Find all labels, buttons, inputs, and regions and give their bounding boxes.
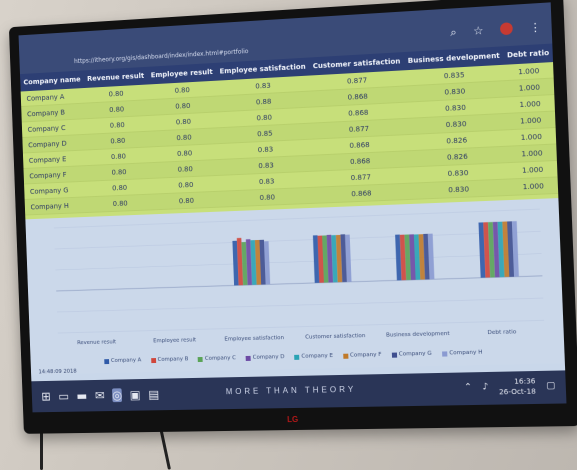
legend-swatch: [391, 352, 397, 358]
grid-line: [57, 298, 543, 312]
cell: 0.80: [88, 194, 153, 213]
legend-label: Company A: [110, 357, 142, 364]
windows-taskbar: 14:48:09 2018 ⊞ ▭ ▬ ✉ ◎ ▣ ▤ MORE THAN TH…: [31, 368, 567, 413]
star-icon[interactable]: ☆: [473, 24, 484, 39]
legend-label: Company F: [349, 351, 382, 359]
legend-item[interactable]: Company D: [245, 352, 285, 363]
clock-time: 16:36: [514, 377, 536, 386]
legend-swatch: [197, 356, 204, 362]
kpi-table: Company name Revenue result Employee res…: [19, 43, 559, 220]
network-icon[interactable]: ⌃: [464, 383, 472, 393]
chat-icon[interactable]: ▤: [148, 388, 159, 402]
clock-date: 26-Oct-18: [498, 387, 537, 397]
legend-item[interactable]: Company H: [441, 348, 483, 359]
menu-icon[interactable]: ⋮: [529, 20, 541, 35]
legend-item[interactable]: Company B: [150, 354, 189, 365]
legend-swatch: [294, 354, 300, 360]
status-text: 14:48:09 2018: [38, 368, 77, 376]
browser-icons: ⌕ ☆ ⋮: [450, 20, 541, 40]
browser-icon[interactable]: ◎: [111, 388, 123, 403]
cell: 0.868: [313, 183, 410, 204]
mail-icon[interactable]: ✉: [95, 389, 105, 403]
legend-label: Company D: [252, 354, 285, 361]
x-tick-label: Customer satisfaction: [305, 333, 365, 341]
legend-item[interactable]: Company G: [391, 349, 432, 360]
legend-label: Company G: [398, 350, 432, 358]
legend-swatch: [441, 350, 448, 357]
system-tray: ⌃ ♪ 16:36 26-Oct-18 ▢: [464, 376, 556, 398]
app-icon[interactable]: ▣: [130, 388, 141, 402]
avatar[interactable]: [499, 22, 513, 36]
cell: 1.000: [508, 176, 559, 196]
taskbar-icons: ⊞ ▭ ▬ ✉ ◎ ▣ ▤: [41, 388, 159, 404]
legend-item[interactable]: Company E: [294, 351, 333, 362]
kpi-chart: Revenue result Employee result Employee sa…: [25, 198, 565, 375]
windows-icon[interactable]: ⊞: [41, 390, 51, 404]
x-tick-label: Revenue result: [77, 339, 116, 346]
task-view-icon[interactable]: ▭: [58, 389, 69, 403]
cell: 0.830: [408, 179, 510, 200]
cell: 0.80: [151, 191, 222, 210]
tv-screen: https://itheory.org/gis/dashboard/index/…: [18, 2, 567, 413]
legend-swatch: [245, 355, 251, 361]
legend-item[interactable]: Company A: [104, 355, 141, 366]
lg-logo: LG: [286, 414, 299, 425]
grid-line: [56, 276, 542, 291]
folder-icon[interactable]: ▬: [76, 389, 87, 403]
clock[interactable]: 16:36 26-Oct-18: [498, 376, 536, 397]
legend-item[interactable]: Company C: [197, 353, 237, 364]
notification-icon[interactable]: ▢: [546, 381, 555, 391]
legend-swatch: [342, 353, 349, 359]
legend-item[interactable]: Company F: [342, 350, 382, 361]
grid-line: [58, 320, 544, 333]
x-tick-label: Debt ratio: [487, 329, 516, 336]
x-tick-label: Employee satisfaction: [224, 335, 284, 343]
legend-label: Company E: [301, 353, 334, 360]
grid-line: [55, 231, 541, 249]
legend-swatch: [150, 357, 156, 363]
taskbar-motto: MORE THAN THEORY: [225, 384, 357, 397]
grid-line: [55, 254, 541, 270]
television: https://itheory.org/gis/dashboard/index/…: [8, 0, 577, 434]
legend-label: Company B: [157, 356, 189, 363]
x-tick-label: Employee result: [153, 337, 196, 344]
search-icon[interactable]: ⌕: [450, 26, 457, 41]
cell: 0.80: [220, 187, 315, 208]
legend-swatch: [104, 358, 110, 364]
legend-label: Company H: [449, 349, 483, 357]
x-tick-label: Business development: [386, 331, 450, 339]
volume-icon[interactable]: ♪: [482, 382, 488, 392]
cell: Company H: [24, 196, 89, 215]
legend-label: Company C: [204, 355, 237, 362]
